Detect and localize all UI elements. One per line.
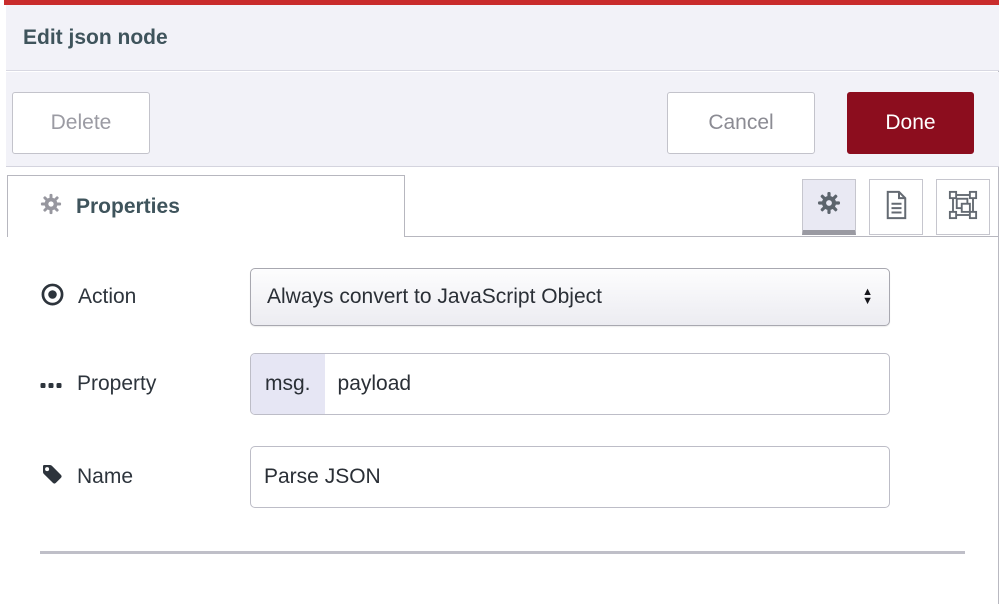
tag-icon bbox=[40, 462, 64, 492]
action-label-text: Action bbox=[78, 285, 136, 309]
description-tab-button[interactable] bbox=[869, 179, 923, 235]
delete-button[interactable]: Delete bbox=[12, 92, 150, 154]
edit-node-dialog: Edit json node Delete Cancel Done bbox=[6, 0, 999, 604]
action-select[interactable]: Always convert to JavaScript Object ▲▼ bbox=[250, 268, 890, 326]
dialog-button-bar: Delete Cancel Done bbox=[6, 72, 999, 167]
gear-icon bbox=[817, 191, 841, 220]
dialog-header: Edit json node bbox=[6, 5, 999, 71]
tab-icon-buttons bbox=[802, 179, 990, 235]
action-select-value: Always convert to JavaScript Object bbox=[267, 285, 602, 309]
object-group-icon bbox=[948, 190, 978, 225]
property-label: Property bbox=[40, 353, 156, 415]
cancel-button[interactable]: Cancel bbox=[667, 92, 815, 154]
name-row: Name bbox=[6, 446, 998, 508]
dot-circle-icon bbox=[40, 282, 65, 313]
document-icon bbox=[884, 190, 909, 225]
name-input[interactable] bbox=[251, 447, 889, 507]
select-updown-icon: ▲▼ bbox=[862, 288, 873, 306]
appearance-tab-button[interactable] bbox=[936, 179, 990, 235]
action-row: Action Always convert to JavaScript Obje… bbox=[6, 268, 998, 326]
gear-icon bbox=[40, 193, 62, 220]
tab-properties-label: Properties bbox=[76, 195, 180, 219]
name-field bbox=[250, 446, 890, 508]
dialog-title: Edit json node bbox=[23, 26, 168, 50]
tab-properties[interactable]: Properties bbox=[7, 175, 405, 237]
property-field: msg. bbox=[250, 353, 890, 415]
property-row: Property msg. bbox=[6, 353, 998, 415]
msg-prefix[interactable]: msg. bbox=[251, 354, 325, 414]
property-input[interactable] bbox=[325, 354, 889, 414]
properties-form: Action Always convert to JavaScript Obje… bbox=[6, 237, 998, 604]
form-divider bbox=[40, 551, 965, 554]
action-label: Action bbox=[40, 268, 136, 326]
ellipsis-icon bbox=[40, 372, 64, 396]
name-label: Name bbox=[40, 446, 133, 508]
properties-tab-button[interactable] bbox=[802, 179, 856, 235]
done-button[interactable]: Done bbox=[847, 92, 974, 154]
tab-bar: Properties bbox=[6, 167, 998, 237]
property-label-text: Property bbox=[77, 372, 156, 396]
name-label-text: Name bbox=[77, 465, 133, 489]
